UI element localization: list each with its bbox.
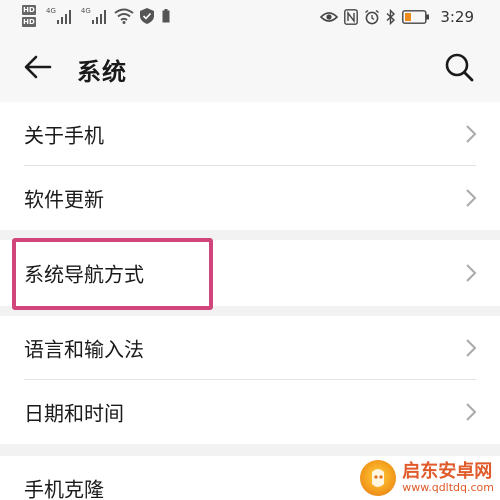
hd-badge: HD <box>22 5 36 15</box>
settings-item-system-navigation[interactable]: 系统导航方式 <box>0 240 500 306</box>
settings-item-label: 日期和时间 <box>24 401 124 426</box>
settings-item-software-update[interactable]: 软件更新 <box>0 166 500 230</box>
status-bar: HD HD 4G 4G 3:29 <box>0 0 500 36</box>
settings-item-label: 系统导航方式 <box>24 262 144 287</box>
shield-icon <box>139 8 154 24</box>
settings-item-label: 语言和输入法 <box>24 337 144 362</box>
settings-group-2: 系统导航方式 <box>0 240 500 306</box>
status-bar-right: 3:29 <box>320 6 474 28</box>
network-type-label: 4G <box>80 7 91 15</box>
back-button[interactable] <box>22 50 56 84</box>
chevron-right-icon <box>466 125 477 143</box>
watermark: 启东安卓网 www.qdltdq.com <box>360 460 494 496</box>
watermark-url: www.qdltdq.com <box>402 480 494 494</box>
settings-item-date-time[interactable]: 日期和时间 <box>0 380 500 444</box>
settings-group-3: 语言和输入法 日期和时间 <box>0 316 500 444</box>
alarm-icon <box>365 9 380 25</box>
signal-1: 4G <box>46 7 71 24</box>
chevron-right-icon <box>466 189 477 207</box>
bluetooth-icon <box>386 9 396 25</box>
search-icon <box>445 53 474 82</box>
signal-bars-icon <box>56 10 71 24</box>
hd-badges: HD HD <box>22 5 36 27</box>
settings-item-label: 关于手机 <box>24 123 104 148</box>
settings-item-about-phone[interactable]: 关于手机 <box>0 102 500 166</box>
watermark-text: 启东安卓网 www.qdltdq.com <box>402 462 494 494</box>
settings-item-label: 软件更新 <box>24 187 104 212</box>
signal-2: 4G <box>81 7 106 24</box>
signal-bars-icon <box>91 10 106 24</box>
chevron-right-icon <box>466 339 477 357</box>
chevron-right-icon <box>466 264 477 282</box>
back-arrow-icon <box>24 55 52 79</box>
settings-group-1: 关于手机 软件更新 <box>0 102 500 230</box>
hd-badge: HD <box>22 17 36 27</box>
page-title: 系统 <box>77 58 127 86</box>
eye-comfort-icon <box>320 12 339 22</box>
status-bar-left: HD HD 4G 4G <box>22 5 170 31</box>
settings-item-language-input[interactable]: 语言和输入法 <box>0 316 500 380</box>
search-button[interactable] <box>442 50 476 84</box>
wifi-icon <box>114 8 134 24</box>
nfc-icon <box>344 9 359 25</box>
watermark-title: 启东安卓网 <box>402 461 493 483</box>
chevron-right-icon <box>466 403 477 421</box>
network-type-label: 4G <box>46 7 56 15</box>
status-time: 3:29 <box>440 8 474 26</box>
battery-icon <box>402 10 430 24</box>
battery-small-icon <box>162 9 170 23</box>
watermark-logo-icon <box>360 460 397 496</box>
app-header: 系统 <box>0 36 500 102</box>
settings-item-label: 手机克隆 <box>24 477 104 500</box>
